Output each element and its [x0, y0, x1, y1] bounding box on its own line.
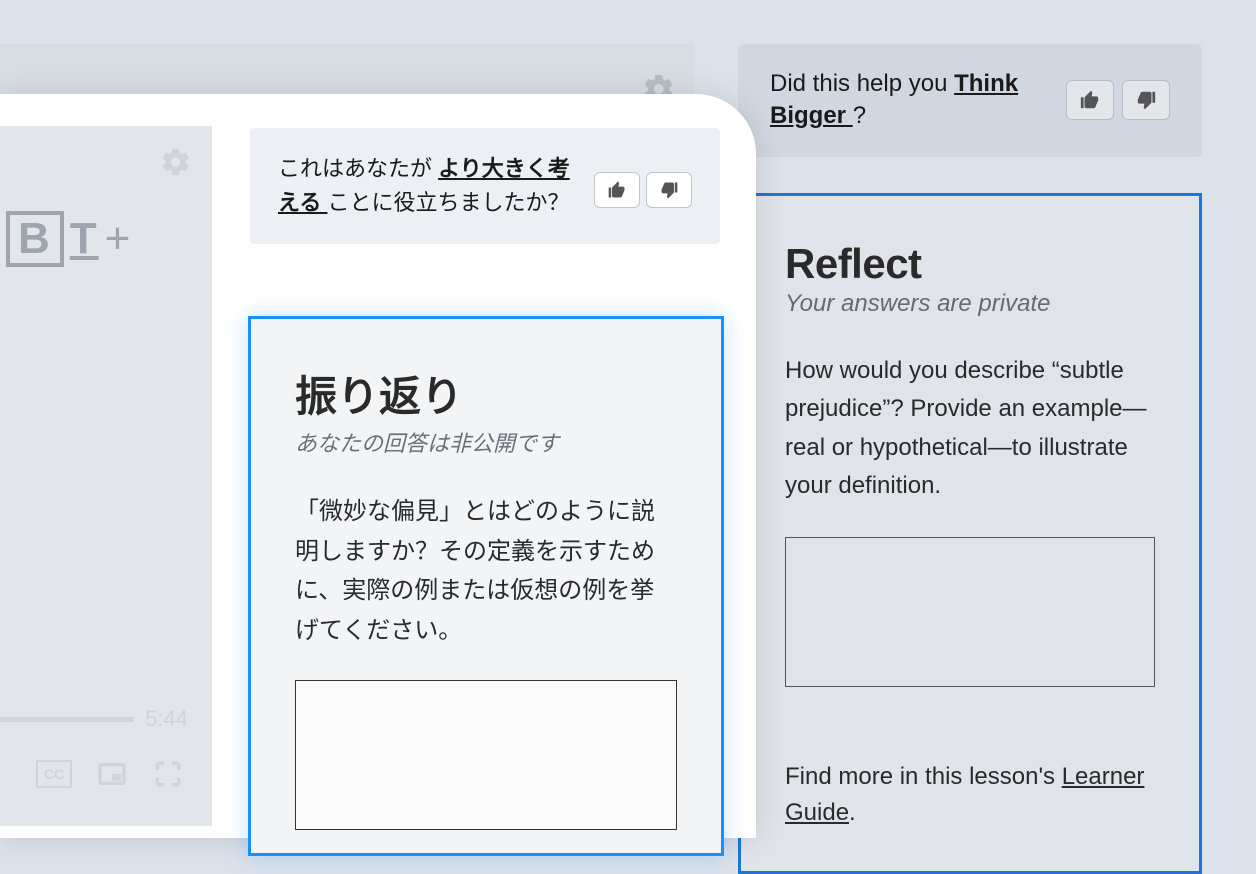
thumb-group-jp — [594, 172, 692, 208]
video-tile: B T + 5:44 CC — [0, 126, 212, 826]
logo-t: T — [70, 214, 99, 264]
reflect-prompt: How would you describe “subtle prejudice… — [785, 352, 1155, 506]
video-logo: B T + — [6, 211, 132, 267]
fullscreen-icon[interactable] — [152, 758, 184, 790]
help-prefix-jp: これはあなたが — [278, 156, 432, 181]
footer-suffix: . — [849, 799, 856, 826]
reflect-title-jp: 振り返り — [295, 363, 677, 424]
progress-bar[interactable] — [0, 717, 134, 722]
thumbs-up-button[interactable] — [1066, 80, 1114, 120]
right-column: Did this help you Think Bigger ? Reflect… — [738, 44, 1202, 874]
thumbs-down-icon — [659, 180, 679, 200]
thumbs-up-icon — [1079, 89, 1101, 111]
thumb-group — [1066, 80, 1170, 120]
reflect-card-jp: 振り返り あなたの回答は非公開です 「微妙な偏見」とはどのように説明しますか？そ… — [248, 316, 724, 856]
pip-icon[interactable] — [96, 758, 128, 790]
footer-prefix: Find more in this lesson's — [785, 763, 1062, 790]
thumbs-down-icon — [1135, 89, 1157, 111]
reflect-answer-input[interactable] — [785, 537, 1155, 687]
logo-plus: + — [105, 214, 133, 264]
gear-icon[interactable] — [160, 146, 192, 183]
help-text: Did this help you Think Bigger ? — [770, 68, 1046, 133]
thumbs-down-button[interactable] — [1122, 80, 1170, 120]
reflect-title: Reflect — [785, 240, 1155, 288]
reflect-subtitle: Your answers are private — [785, 290, 1155, 318]
thumbs-down-button[interactable] — [646, 172, 692, 208]
reflect-subtitle-jp: あなたの回答は非公開です — [295, 426, 677, 458]
translation-popup: B T + 5:44 CC これはあなたが — [0, 94, 756, 838]
help-text-jp: これはあなたが より大きく考える ことに役立ちましたか？ — [278, 152, 576, 220]
help-suffix: ? — [853, 102, 866, 129]
help-prefix: Did this help you — [770, 70, 954, 97]
logo-b: B — [6, 211, 64, 267]
thumbs-up-button[interactable] — [594, 172, 640, 208]
reflect-prompt-jp: 「微妙な偏見」とはどのように説明しますか？その定義を示すために、実際の例または仮… — [295, 492, 677, 650]
video-time: 5:44 — [145, 706, 188, 732]
thumbs-up-icon — [607, 180, 627, 200]
help-card-jp: これはあなたが より大きく考える ことに役立ちましたか？ — [250, 128, 720, 244]
help-card: Did this help you Think Bigger ? — [738, 44, 1202, 157]
reflect-card: Reflect Your answers are private How wou… — [738, 193, 1202, 874]
cc-button[interactable]: CC — [36, 760, 72, 788]
help-suffix-jp: ことに役立ちましたか？ — [327, 190, 569, 215]
reflect-answer-input-jp[interactable] — [295, 680, 677, 830]
reflect-footer: Find more in this lesson's Learner Guide… — [785, 759, 1155, 831]
